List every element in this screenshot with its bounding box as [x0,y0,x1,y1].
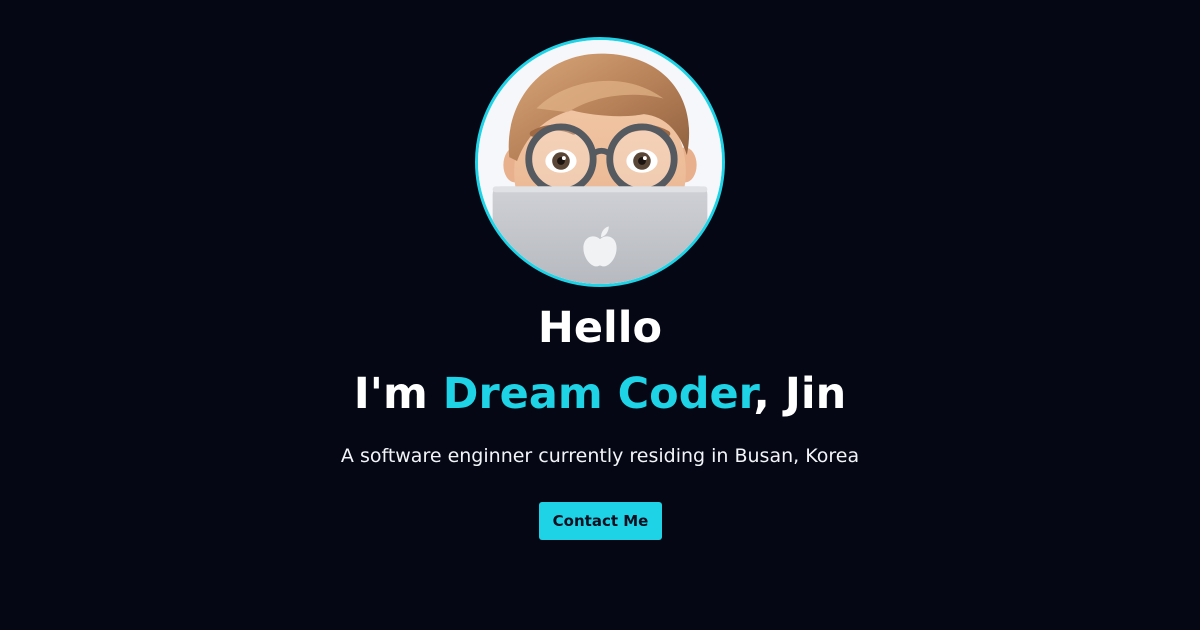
avatar [475,37,725,287]
memoji-illustration [478,40,722,284]
greeting-heading: Hello [537,303,663,353]
intro-name-highlight: Dream Coder [442,369,754,419]
description-text: A software enginner currently residing i… [340,445,860,467]
contact-me-button[interactable]: Contact Me [539,502,662,540]
intro-prefix: I'm [353,369,443,419]
intro-heading: I'm Dream Coder, Jin [0,366,1200,422]
intro-suffix: , Jin [753,369,847,419]
home-section: Hello I'm Dream Coder, Jin A software en… [0,0,1200,630]
